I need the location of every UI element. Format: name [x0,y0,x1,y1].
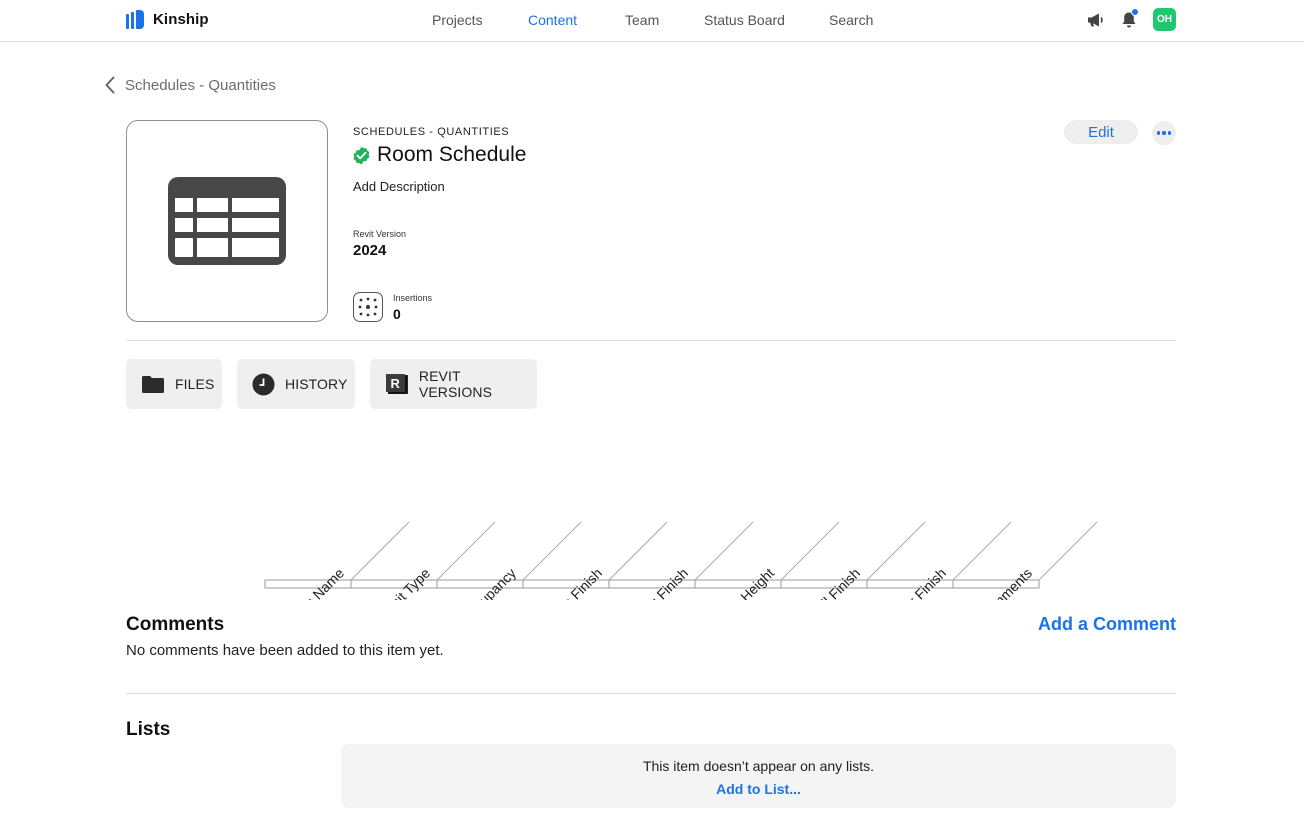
revit-icon: R [385,374,408,394]
item-category: SCHEDULES - QUANTITIES [353,126,510,138]
more-horizontal-icon [1156,131,1172,135]
add-to-list-link[interactable]: Add to List... [341,781,1176,797]
table-icon [168,177,286,265]
schedule-header-divider [866,521,926,581]
megaphone-icon[interactable] [1085,10,1105,30]
breadcrumb[interactable]: Schedules - Quantities [104,76,276,94]
header-divider [126,340,1176,341]
comments-empty-message: No comments have been added to this item… [126,642,444,659]
more-options-button[interactable] [1152,121,1176,145]
notification-badge [1131,7,1139,16]
breadcrumb-label: Schedules - Quantities [125,76,276,94]
clock-icon [252,373,275,395]
tab-history-label: HISTORY [285,376,348,392]
nav-status-board[interactable]: Status Board [704,12,785,28]
schedule-header-divider [522,521,582,581]
title-row: Room Schedule [352,143,526,167]
insertions-icon [353,292,383,322]
bell-icon[interactable] [1119,7,1139,30]
chevron-left-icon [105,76,115,94]
lists-heading: Lists [126,719,171,740]
schedule-header-divider [1038,521,1098,581]
nav-projects[interactable]: Projects [432,12,483,28]
schedule-header-divider [350,521,410,581]
tab-files-label: FILES [175,376,215,392]
top-navigation-bar: Kinship Projects Content Team Status Boa… [0,0,1304,42]
schedule-header-divider [952,521,1012,581]
nav-search[interactable]: Search [829,12,873,28]
edit-button[interactable]: Edit [1064,120,1138,144]
tab-revit-versions-label: REVIT VERSIONS [418,368,493,400]
comments-heading: Comments [126,614,225,635]
item-title: Room Schedule [377,143,527,166]
item-thumbnail [126,120,328,322]
add-comment-link[interactable]: Add a Comment [1038,614,1176,635]
schedule-preview: Room NameUnit TypeOccupancyBase FinishCe… [264,521,1098,600]
revit-version-label: Revit Version [353,229,407,239]
schedule-header-divider [608,521,668,581]
tab-history[interactable]: HISTORY [237,359,355,409]
nav-content[interactable]: Content [528,12,577,28]
tab-files[interactable]: FILES [126,359,222,409]
header-actions: OH [1085,7,1176,31]
svg-text:R: R [390,376,400,391]
user-avatar[interactable]: OH [1153,8,1176,31]
lists-panel: This item doesn’t appear on any lists. A… [341,744,1176,808]
insertions-value: 0 [393,306,401,322]
add-description-link[interactable]: Add Description [353,179,445,194]
schedule-header-divider [436,521,496,581]
tab-revit-versions[interactable]: R REVIT VERSIONS [370,359,537,409]
revit-version-value: 2024 [353,242,387,259]
verified-badge-icon [353,146,370,165]
comments-divider [126,693,1176,694]
schedule-header-divider [694,521,754,581]
lists-empty-message: This item doesn’t appear on any lists. [642,758,875,774]
insertions-label: Insertions [393,293,433,303]
schedule-header-divider [780,521,840,581]
folder-icon [142,376,164,393]
nav-team[interactable]: Team [625,12,659,28]
